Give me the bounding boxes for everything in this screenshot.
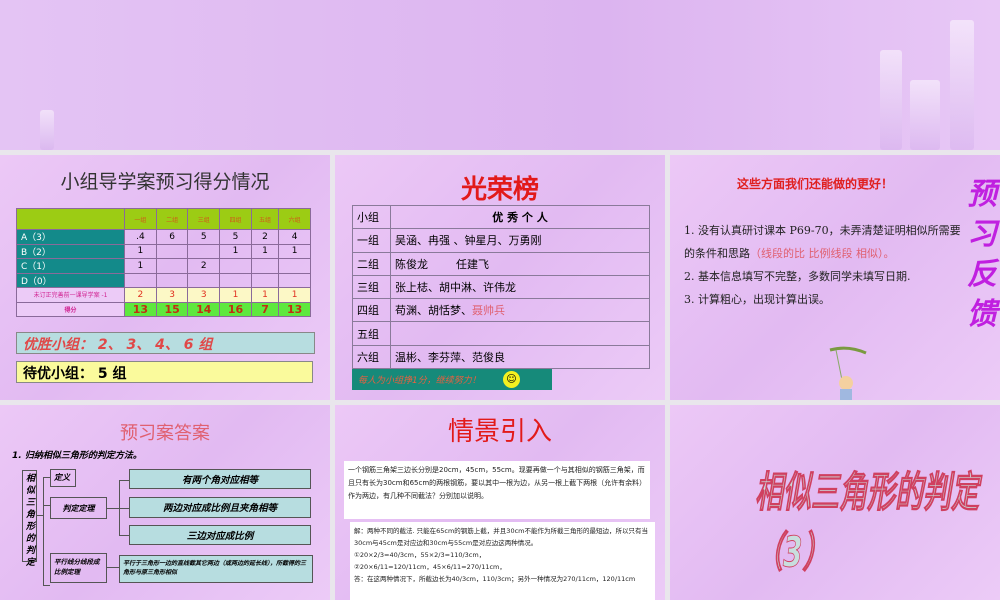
child-swing-illustration-icon [829,346,867,400]
table-cell: B（2） [15,243,126,259]
criterion-2: 两边对应成比例且夹角相等 [129,497,311,518]
table-cell: 5 [187,229,221,245]
table-cell: 1 [124,243,157,259]
table-cell: 五组 [250,208,280,230]
slide-title: 这些方面我们还能做的更好！ [736,177,893,191]
theorem-box: 判定定理 [50,497,107,519]
top-banner [0,0,1000,150]
slide-thumbnail-3[interactable]: 这些方面我们还能做的更好！ 1. 没有认真研讨课本 P69-70，未弄清楚证明相… [670,155,1000,400]
criterion-1: 有两个角对应相等 [129,469,311,489]
parallel-box: 平行线分线段成比例定理 [50,553,107,583]
definition-box: 定义 [50,469,76,487]
table-cell [390,321,650,346]
slide-title: 小组导学案预习得分情况 [60,171,270,193]
table-cell: 六组 [278,208,311,230]
score-table: 一组 二组 三组 四组 五组 六组 A（3） .4 6 5 5 2 4 B（2） 1 1 1 1 C（1） 1 2… [15,208,311,317]
table-cell: 苟渊、胡恬梦、聂帅兵 [390,298,650,323]
table-cell: 16 [219,301,252,317]
table-cell: 一组 [124,208,157,230]
table-cell: 2 [187,258,221,274]
parallel-theorem: 平行于三角形一边的直线截其它两边（或两边的延长线），所截得的三角形与原三角形相似 [119,555,313,583]
table-cell: 二组 [155,208,189,230]
table-cell: A（3） [15,229,126,245]
table-cell: 未订正完善前一课导学案 -1 [15,287,126,303]
table-cell [219,272,252,288]
table-cell [155,272,189,288]
table-cell [187,243,221,259]
table-cell: 2 [250,229,280,245]
table-cell: 3 [155,287,189,303]
table-cell: 吴涵、冉强 、钟星月、万勇刚 [390,228,650,253]
table-cell: 四组 [352,298,391,323]
encouragement-note: 每人为小组挣1分，继续努力！ [352,369,552,390]
table-cell: 陈俊龙 任建飞 [390,251,650,276]
table-cell [15,208,126,230]
honor-table: 小组优 秀 个 人 一组 吴涵、冉强 、钟星月、万勇刚 二组 陈俊龙 任建飞 三组张… [352,204,650,370]
table-cell: 优 秀 个 人 [390,204,650,230]
feedback-list: 1. 没有认真研讨课本 P69-70，未弄清楚证明相似所需要的条件和思路（线段的… [684,224,961,306]
table-cell: 1 [250,287,280,303]
table-cell: 7 [250,301,280,317]
table-cell: 4 [278,229,311,245]
table-cell: 1 [219,287,252,303]
slide-thumbnail-1[interactable]: 小组导学案预习得分情况 一组 二组 三组 四组 五组 六组 A（3） .4 6 5 5 2 4 B（2… [0,155,330,400]
table-cell: 13 [278,301,311,317]
table-cell: 四组 [219,208,252,230]
table-cell [219,258,252,274]
table-cell: 13 [124,301,157,317]
table-cell: 二组 [352,251,391,276]
table-cell: 15 [155,301,189,317]
table-cell: C（1） [15,258,126,274]
table-cell [187,272,221,288]
vertical-title: 预习反馈 [967,177,997,332]
question: 1. 归纳相似三角形的判定方法。 [12,451,142,461]
table-cell [124,272,157,288]
criterion-3: 三边对应成比例 [129,525,311,545]
root-box: 相似三角形的判定 [22,470,37,568]
table-cell [278,272,311,288]
winner-groups: 优胜小组： 2、 3、 4、 6 组 [16,332,315,354]
table-cell: 1 [250,243,280,259]
table-cell: 六组 [352,344,391,370]
slide-thumbnail-4[interactable]: 预习案答案 1. 归纳相似三角形的判定方法。 相似三角形的判定 定义 判定定理 … [0,405,330,600]
table-cell: 1 [278,243,311,259]
table-cell: 14 [187,301,221,317]
slide-title: 光荣榜 [460,175,539,205]
table-cell: 6 [155,229,189,245]
problem-text: 一个钢筋三角架三边长分别是20cm，45cm，55cm。现要再做一个与其相似的钢… [344,461,650,519]
table-cell: 1 [219,243,252,259]
slide-thumbnail-6[interactable]: 相似三角形的判定（3） [670,405,1000,600]
slide-thumbnail-5[interactable]: 情景引入 一个钢筋三角架三边长分别是20cm，45cm，55cm。现要再做一个与… [335,405,665,600]
table-cell: .4 [124,229,157,245]
table-cell [250,272,280,288]
table-cell: 1 [278,287,311,303]
slide-thumbnail-2[interactable]: 光荣榜 小组优 秀 个 人 一组 吴涵、冉强 、钟星月、万勇刚 二组 陈俊龙 任建飞… [335,155,665,400]
waiting-groups: 待优小组： 5 组 [16,361,313,383]
table-cell [155,243,189,259]
smiley-icon: ☺ [503,371,520,388]
solution-text: 解：两种不同的截法. 只能在65cm的钢筋上截，并且30cm不能作为所截三角形的… [350,522,655,600]
table-cell: 得分 [15,301,126,317]
table-cell [250,258,280,274]
table-cell [278,258,311,274]
table-cell: 三组 [352,274,391,300]
table-cell: 温彬、李芬萍、范俊良 [390,344,650,370]
table-cell: 2 [124,287,157,303]
table-cell: 三组 [187,208,221,230]
table-cell: 五组 [352,321,391,346]
table-cell: 3 [187,287,221,303]
table-cell [155,258,189,274]
slide-title: 相似三角形的判定（3） [755,467,980,577]
table-cell: 1 [124,258,157,274]
table-cell: D（0） [15,272,126,288]
table-cell: 张上梽、胡中淋、许伟龙 [390,274,650,300]
table-cell: 小组 [352,204,391,230]
slide-title: 预习案答案 [120,423,210,444]
table-cell: 5 [219,229,252,245]
table-cell: 一组 [352,228,391,253]
slide-title: 情景引入 [447,417,552,447]
